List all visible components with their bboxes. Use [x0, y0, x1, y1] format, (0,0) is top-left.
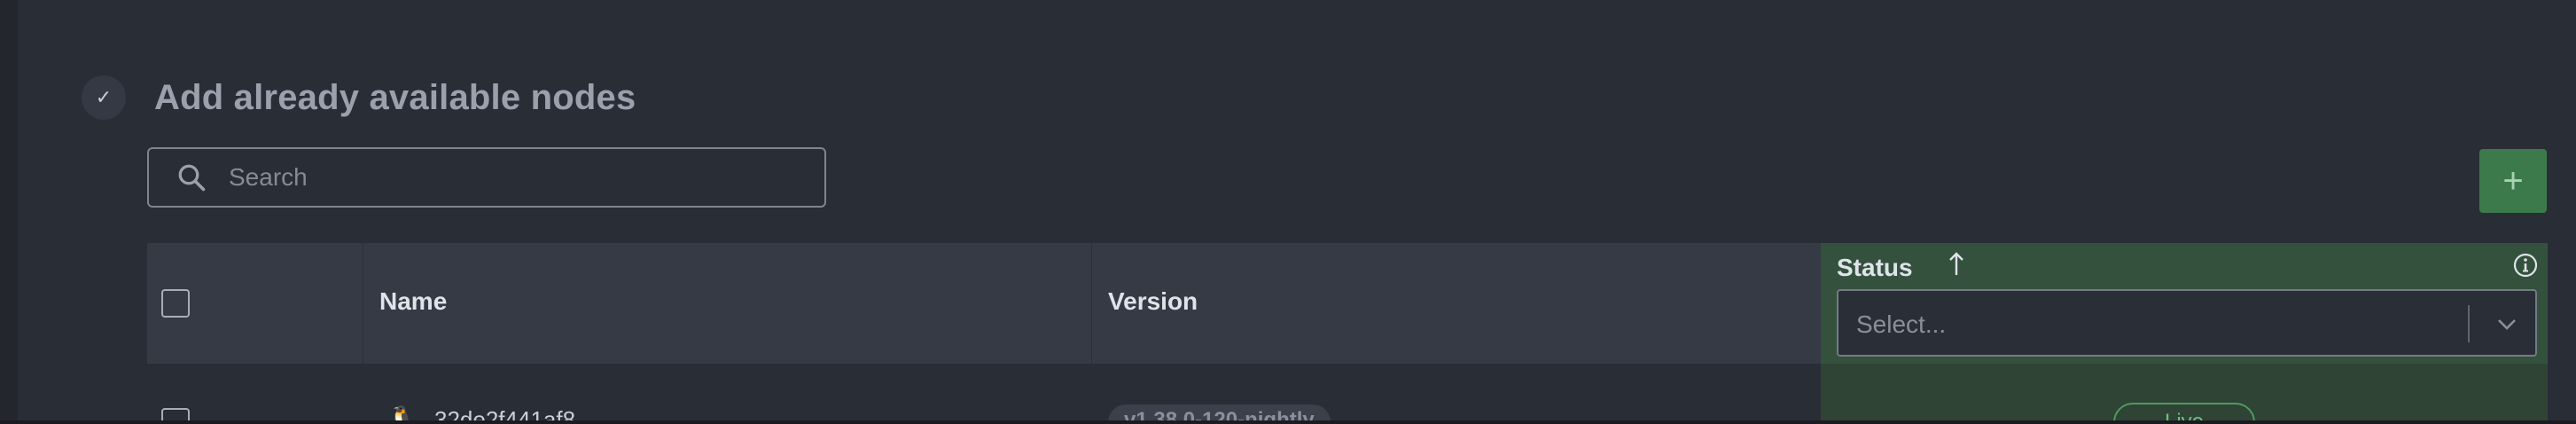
nodes-table: Name Version Status Select... 🐧 32de2f44… — [147, 243, 2548, 424]
check-icon: ✓ — [82, 75, 126, 120]
bottom-border — [0, 420, 2576, 424]
sort-ascending-icon[interactable] — [1947, 250, 1966, 279]
column-label-status: Status — [1837, 254, 1913, 281]
header-select-cell — [147, 243, 363, 364]
table-row[interactable]: 🐧 32de2f441af8 v1.38.0-120-nightly Live — [147, 364, 2548, 424]
column-label-version: Version — [1108, 287, 1198, 315]
status-filter-select[interactable]: Select... — [1837, 289, 2537, 357]
section-header: ✓ Add already available nodes — [82, 73, 636, 122]
column-label-name: Name — [379, 287, 448, 315]
select-all-checkbox[interactable] — [161, 289, 190, 318]
select-separator — [2468, 305, 2470, 342]
search-icon — [178, 164, 206, 192]
status-filter-placeholder: Select... — [1856, 310, 1947, 338]
section-title: Add already available nodes — [154, 77, 636, 117]
plus-icon: + — [2502, 161, 2524, 200]
table-header: Name Version Status Select... — [147, 243, 2548, 364]
info-icon[interactable] — [2512, 252, 2539, 279]
search-field[interactable] — [147, 147, 826, 208]
left-sidebar-edge — [0, 0, 18, 424]
column-header-status[interactable]: Status Select... — [1821, 243, 2548, 364]
add-button[interactable]: + — [2479, 149, 2547, 213]
column-header-version[interactable]: Version — [1092, 243, 1821, 364]
search-input[interactable] — [229, 155, 796, 200]
chevron-down-icon[interactable] — [2493, 310, 2521, 337]
column-header-name[interactable]: Name — [363, 243, 1092, 364]
